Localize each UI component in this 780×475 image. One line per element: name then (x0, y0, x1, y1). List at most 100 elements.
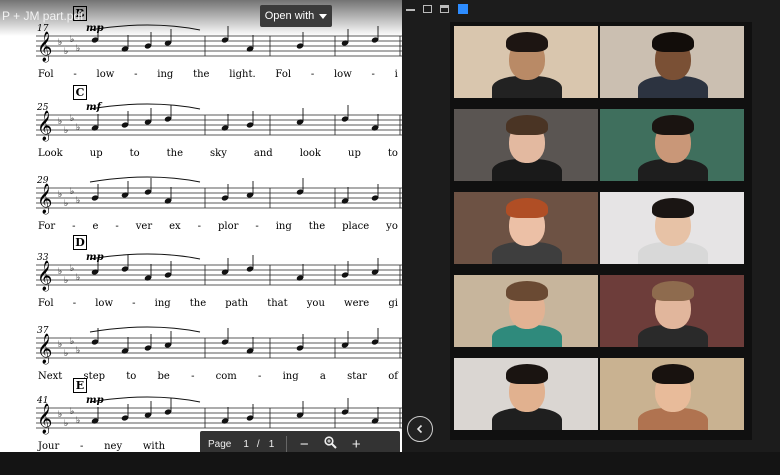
lyric-syllable: - (134, 69, 138, 80)
lyric-syllable: ex (169, 221, 181, 232)
video-tile-participant-2[interactable] (600, 26, 744, 98)
lyric-syllable: the (166, 148, 184, 159)
restore-icon[interactable] (423, 5, 432, 13)
lyric-syllable: path (225, 298, 249, 309)
lyric-syllable: be (157, 371, 170, 382)
window-icon[interactable] (440, 5, 449, 13)
page-number-input[interactable]: 1 (243, 439, 249, 450)
page-total: 1 (268, 438, 275, 450)
dynamic-marking: mp (86, 395, 104, 406)
lyric-syllable: - (310, 69, 315, 80)
rehearsal-mark: D (73, 235, 87, 250)
minimize-icon[interactable] (406, 9, 415, 11)
flat-icon: ♭ (70, 114, 74, 124)
participant-hair (652, 32, 694, 52)
lyric-syllable: sky (210, 148, 227, 159)
video-tile-participant-3[interactable] (454, 109, 598, 181)
lyric-syllable: ing (282, 371, 299, 382)
flat-icon: ♭ (64, 419, 68, 429)
lyric-syllable: low (96, 69, 115, 80)
lyrics-line: Fol - low - ing the path that you were gi (38, 298, 398, 309)
lyric-syllable: with (142, 441, 166, 452)
flat-icon: ♭ (70, 407, 74, 417)
lyric-syllable: star (347, 371, 367, 382)
treble-clef-icon: 𝄞 (37, 110, 52, 142)
lyric-syllable: the (193, 69, 210, 80)
lyrics-line: For - e - ver ex - plor - ing the place yo (38, 221, 398, 232)
flat-icon: ♭ (70, 264, 74, 274)
video-tile-participant-7[interactable] (454, 275, 598, 347)
video-tile-participant-5[interactable] (454, 192, 598, 264)
zoom-in-icon[interactable]: + (347, 436, 365, 453)
lyric-syllable: low (95, 298, 114, 309)
lyric-syllable: ing (154, 298, 171, 309)
treble-clef-icon: 𝄞 (37, 183, 52, 215)
lyric-syllable: to (129, 148, 140, 159)
measure-number: 29 (37, 176, 49, 186)
measure-number: 25 (37, 103, 49, 113)
flat-icon: ♭ (76, 196, 80, 206)
gallery-toolbar (402, 0, 780, 18)
screen: 𝄞♭♭♭♭𝄞♭♭♭♭𝄞♭♭♭♭𝄞♭♭♭♭𝄞♭♭♭♭𝄞♭♭♭♭ 17BmpFol-… (0, 0, 780, 475)
flat-icon: ♭ (76, 44, 80, 54)
rehearsal-mark: C (73, 85, 87, 100)
lyric-syllable: place (342, 221, 370, 232)
lyric-syllable: of (388, 371, 398, 382)
lyric-syllable: a (319, 371, 326, 382)
flat-icon: ♭ (64, 199, 68, 209)
lyric-syllable: Fol (38, 298, 54, 309)
video-tile-participant-8[interactable] (600, 275, 744, 347)
participant-grid (450, 22, 752, 440)
pdf-filename: P + JM part.pdf (2, 9, 84, 23)
lyric-syllable: low (333, 69, 352, 80)
lyric-syllable: to (126, 371, 137, 382)
participant-hair (506, 115, 548, 135)
flat-icon: ♭ (58, 190, 62, 200)
video-tile-participant-9[interactable] (454, 358, 598, 430)
participant-hair (652, 115, 694, 135)
open-with-button[interactable]: Open with (260, 5, 332, 27)
video-tile-participant-4[interactable] (600, 109, 744, 181)
lyric-syllable: gi (388, 298, 398, 309)
lyric-syllable: Fol (38, 69, 54, 80)
lyric-syllable: that (267, 298, 288, 309)
gallery-view-icon[interactable] (458, 4, 468, 14)
participant-hair (506, 32, 548, 52)
flat-icon: ♭ (64, 47, 68, 57)
flat-icon: ♭ (58, 117, 62, 127)
lyric-syllable: light. (229, 69, 256, 80)
measure-number: 41 (37, 396, 49, 406)
lyric-syllable: ney (104, 441, 123, 452)
participant-hair (652, 281, 694, 301)
lyric-syllable: - (255, 221, 259, 232)
video-tile-participant-1[interactable] (454, 26, 598, 98)
lyric-syllable: Next (38, 371, 63, 382)
lyric-syllable: - (73, 69, 77, 80)
flat-icon: ♭ (64, 349, 68, 359)
zoom-icon[interactable] (321, 435, 339, 453)
flat-icon: ♭ (76, 346, 80, 356)
lyric-syllable: For (38, 221, 56, 232)
flat-icon: ♭ (58, 410, 62, 420)
lyric-syllable: look (299, 148, 321, 159)
lyric-syllable: - (258, 371, 262, 382)
treble-clef-icon: 𝄞 (37, 403, 52, 435)
treble-clef-icon: 𝄞 (37, 260, 52, 292)
zoom-out-icon[interactable]: − (295, 436, 313, 453)
flat-icon: ♭ (76, 273, 80, 283)
dynamic-marking: mf (86, 102, 101, 113)
video-tile-participant-6[interactable] (600, 192, 744, 264)
slur (89, 103, 201, 110)
lyric-syllable: up (89, 148, 103, 159)
open-with-label: Open with (264, 10, 315, 22)
slur (89, 326, 201, 333)
slur (89, 253, 201, 260)
lyric-syllable: Jour (38, 441, 60, 452)
pdf-viewer[interactable]: 𝄞♭♭♭♭𝄞♭♭♭♭𝄞♭♭♭♭𝄞♭♭♭♭𝄞♭♭♭♭𝄞♭♭♭♭ 17BmpFol-… (0, 0, 402, 475)
video-tile-participant-10[interactable] (600, 358, 744, 430)
page-label: Page (208, 438, 232, 450)
lyric-syllable: - (72, 221, 76, 232)
measure-number: 33 (37, 253, 49, 263)
collapse-gallery-button[interactable] (407, 416, 433, 442)
participant-hair (652, 198, 694, 218)
